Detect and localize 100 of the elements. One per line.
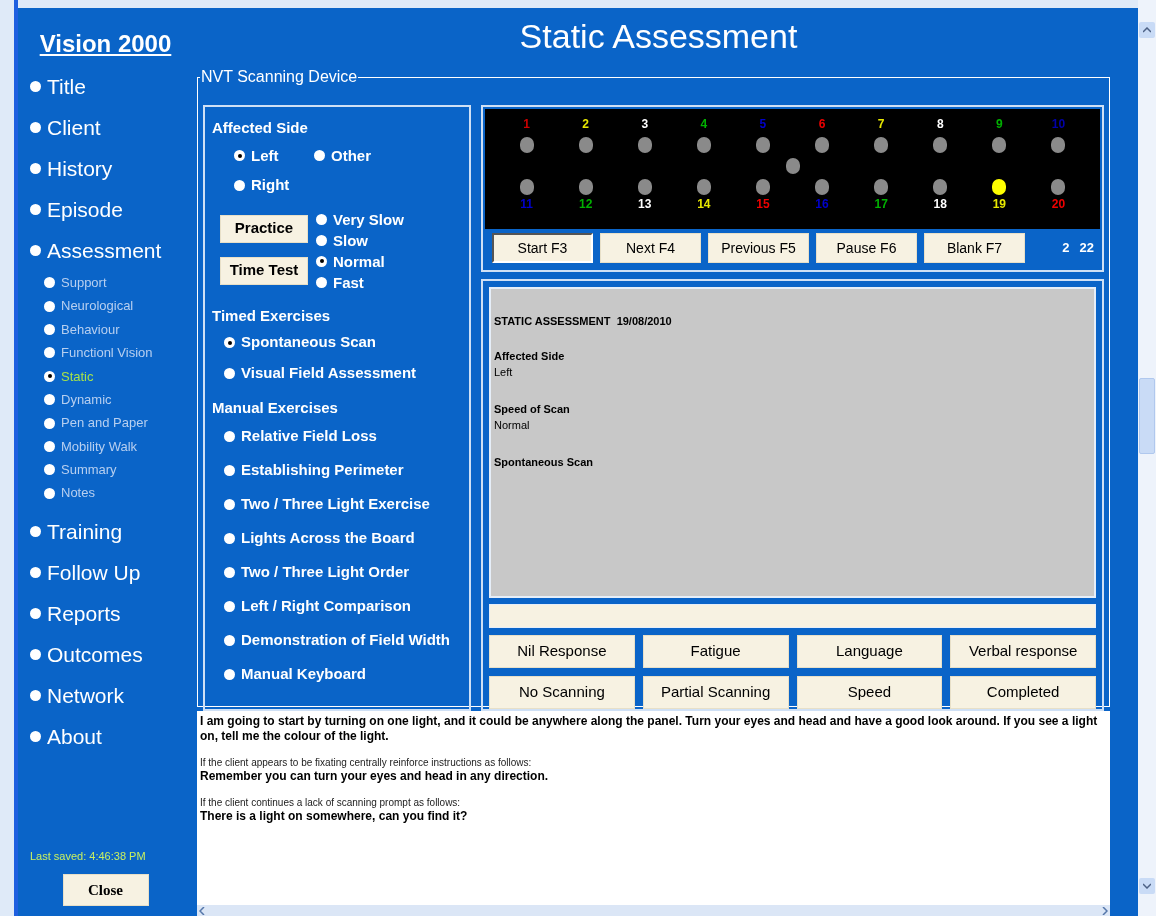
light-number: 9 xyxy=(996,116,1003,133)
radio-label: Fast xyxy=(333,272,364,293)
section-label: Manual Exercises xyxy=(212,398,339,418)
radio-label: Functionl Vision xyxy=(61,344,153,363)
scroll-up-button[interactable] xyxy=(1139,22,1155,38)
report-heading: Spontaneous Scan xyxy=(494,454,595,470)
counter: 22 xyxy=(1079,239,1094,258)
report-value: Left xyxy=(494,365,514,380)
radio-button[interactable] xyxy=(30,204,41,215)
radio-button[interactable] xyxy=(30,566,41,578)
radio-label: Relative Field Loss xyxy=(241,426,377,447)
radio-button[interactable] xyxy=(30,163,41,174)
radio-label: Two / Three Light Exercise xyxy=(241,494,430,515)
radio-button[interactable] xyxy=(224,499,235,510)
radio-button[interactable] xyxy=(30,607,41,619)
radio-button[interactable] xyxy=(316,255,327,267)
radio-button[interactable] xyxy=(224,533,235,544)
radio-button[interactable] xyxy=(224,567,235,578)
radio-button[interactable] xyxy=(30,525,41,537)
radio-button[interactable] xyxy=(30,245,41,256)
radio-button[interactable] xyxy=(30,81,41,92)
radio-button[interactable] xyxy=(224,431,235,442)
radio-button[interactable] xyxy=(224,337,235,348)
radio-button[interactable] xyxy=(30,730,41,742)
radio-button[interactable] xyxy=(224,669,235,680)
radio-button[interactable] xyxy=(44,440,55,452)
control-button[interactable]: Blank F7 xyxy=(924,233,1025,263)
horizontal-scrollbar[interactable] xyxy=(197,905,1110,916)
light-number: 13 xyxy=(638,196,652,213)
light-number: 18 xyxy=(933,196,947,213)
radio-label: Episode xyxy=(47,196,123,223)
radio-button[interactable] xyxy=(44,417,55,429)
response-button[interactable]: Nil Response xyxy=(489,635,635,668)
radio-button[interactable] xyxy=(314,150,325,162)
radio-label: Network xyxy=(47,682,125,709)
light-number: 7 xyxy=(877,116,885,133)
vertical-scrollbar[interactable] xyxy=(1138,0,1156,916)
radio-label: Client xyxy=(47,114,101,141)
response-button[interactable]: Fatigue xyxy=(642,635,789,668)
radio-button[interactable] xyxy=(44,487,55,499)
radio-button[interactable] xyxy=(30,122,41,133)
response-button[interactable]: Speed xyxy=(796,676,943,709)
light-number: 5 xyxy=(759,116,767,133)
response-button[interactable]: No Scanning xyxy=(489,676,635,709)
response-button[interactable]: Partial Scanning xyxy=(642,676,789,709)
light-number: 8 xyxy=(936,116,944,133)
report-value: Normal xyxy=(494,418,531,433)
close-button[interactable]: Close xyxy=(62,874,149,906)
radio-label: Two / Three Light Order xyxy=(241,562,410,583)
radio-button[interactable] xyxy=(44,464,55,476)
radio-button[interactable] xyxy=(30,689,41,701)
scroll-down-button[interactable] xyxy=(1139,878,1155,894)
report-heading: Affected Side xyxy=(494,348,566,364)
counter: 2 xyxy=(1062,239,1070,258)
radio-button[interactable] xyxy=(44,394,55,406)
radio-button[interactable] xyxy=(316,213,327,225)
light-number: 1 xyxy=(523,116,530,133)
radio-label: Training xyxy=(47,518,123,545)
radio-button[interactable] xyxy=(224,368,235,379)
control-button[interactable]: Previous F5 xyxy=(708,233,809,263)
light-number: 12 xyxy=(578,196,593,213)
radio-label: Dynamic xyxy=(61,390,112,409)
radio-button[interactable] xyxy=(44,300,55,312)
response-button[interactable]: Language xyxy=(796,635,943,668)
scroll-thumb[interactable] xyxy=(1139,378,1155,454)
radio-label: Outcomes xyxy=(47,641,143,668)
note-text: If the client continues a lack of scanning prompt as follows: xyxy=(200,796,462,809)
radio-label: Reports xyxy=(47,600,121,627)
response-input[interactable] xyxy=(489,604,1096,628)
radio-label: Notes xyxy=(61,484,95,503)
radio-button[interactable] xyxy=(224,465,235,476)
time-test-button[interactable]: Time Test xyxy=(220,256,308,285)
radio-label: Visual Field Assessment xyxy=(241,363,417,384)
radio-label: Summary xyxy=(61,461,117,480)
light-number: 17 xyxy=(874,196,888,213)
radio-button[interactable] xyxy=(224,601,235,612)
radio-button[interactable] xyxy=(234,150,245,162)
radio-button[interactable] xyxy=(44,370,55,382)
radio-button[interactable] xyxy=(234,179,245,191)
radio-label: Demonstration of Field Width xyxy=(241,630,451,651)
control-button[interactable]: Pause F6 xyxy=(816,233,917,263)
radio-button[interactable] xyxy=(224,635,235,646)
radio-button[interactable] xyxy=(44,323,55,335)
practice-button[interactable]: Practice xyxy=(220,214,308,243)
radio-button[interactable] xyxy=(30,648,41,660)
radio-label: Assessment xyxy=(47,237,162,264)
radio-label: Manual Keyboard xyxy=(241,664,367,685)
radio-button[interactable] xyxy=(316,234,327,246)
response-button[interactable]: Verbal response xyxy=(950,635,1096,668)
response-button[interactable]: Completed xyxy=(950,676,1096,709)
app-title: Vision 2000 xyxy=(38,29,173,59)
section-label: Affected Side xyxy=(212,118,309,138)
radio-button[interactable] xyxy=(44,347,55,359)
radio-button[interactable] xyxy=(316,276,327,288)
radio-button[interactable] xyxy=(44,277,55,289)
radio-label: Left xyxy=(251,145,279,166)
note-text: If the client appears to be fixating centrally reinforce instructions as follows: xyxy=(200,756,533,769)
control-button[interactable]: Next F4 xyxy=(600,233,701,263)
control-button[interactable]: Start F3 xyxy=(492,233,593,263)
light-number: 10 xyxy=(1051,116,1066,133)
